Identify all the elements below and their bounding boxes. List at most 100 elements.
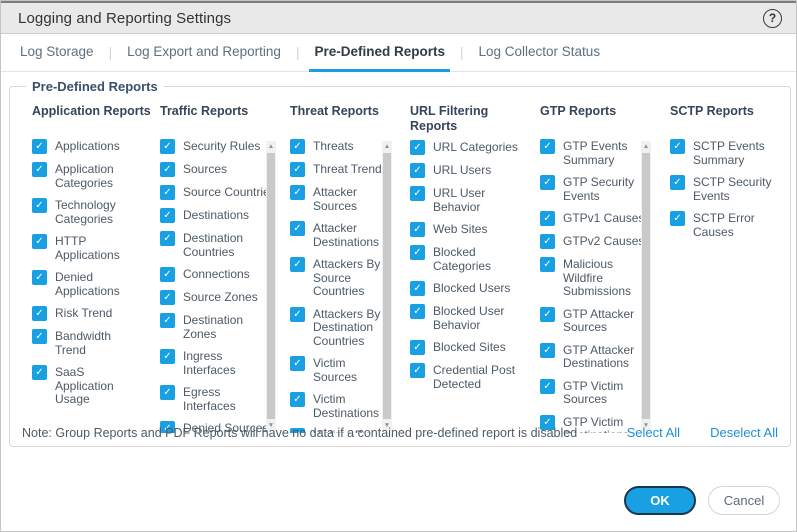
report-checkbox-row[interactable]: ✓Applications [32, 139, 160, 154]
report-checkbox-row[interactable]: ✓GTP Attacker Sources [540, 307, 651, 335]
scrollbar-up-arrow-icon[interactable]: ▲ [641, 141, 651, 152]
checkbox-checked-icon[interactable]: ✓ [32, 139, 47, 154]
checkbox-checked-icon[interactable]: ✓ [32, 162, 47, 177]
report-checkbox-row[interactable]: ✓Credential Post Detected [410, 363, 540, 391]
scrollbar-up-arrow-icon[interactable]: ▲ [266, 141, 276, 152]
report-checkbox-row[interactable]: ✓SaaS Application Usage [32, 365, 160, 407]
checkbox-checked-icon[interactable]: ✓ [32, 198, 47, 213]
tab-log-storage[interactable]: Log Storage [15, 34, 99, 72]
checkbox-checked-icon[interactable]: ✓ [290, 162, 305, 177]
report-checkbox-row[interactable]: ✓Victim Sources [290, 356, 392, 384]
checkbox-checked-icon[interactable]: ✓ [160, 231, 175, 246]
select-all-link[interactable]: Select All [627, 425, 680, 440]
checkbox-checked-icon[interactable]: ✓ [160, 208, 175, 223]
tab-log-collector-status[interactable]: Log Collector Status [474, 34, 606, 72]
report-checkbox-row[interactable]: ✓SCTP Security Events [670, 175, 780, 203]
report-checkbox-row[interactable]: ✓Destination Countries [160, 231, 276, 259]
checkbox-checked-icon[interactable]: ✓ [32, 329, 47, 344]
ok-button[interactable]: OK [624, 486, 696, 515]
report-checkbox-row[interactable]: ✓Denied Applications [32, 270, 160, 298]
vertical-scrollbar[interactable]: ▲▼ [382, 141, 392, 431]
report-checkbox-row[interactable]: ✓URL User Behavior [410, 186, 540, 214]
checkbox-checked-icon[interactable]: ✓ [540, 307, 555, 322]
report-checkbox-row[interactable]: ✓Destination Zones [160, 313, 276, 341]
checkbox-checked-icon[interactable]: ✓ [160, 290, 175, 305]
report-checkbox-row[interactable]: ✓Destinations [160, 208, 276, 223]
scrollbar-up-arrow-icon[interactable]: ▲ [382, 141, 392, 152]
help-icon[interactable]: ? [763, 9, 782, 28]
checkbox-checked-icon[interactable]: ✓ [290, 392, 305, 407]
report-checkbox-row[interactable]: ✓Source Countries [160, 185, 276, 200]
report-checkbox-row[interactable]: ✓Attackers By Source Countries [290, 257, 392, 299]
checkbox-checked-icon[interactable]: ✓ [540, 139, 555, 154]
checkbox-checked-icon[interactable]: ✓ [290, 139, 305, 154]
report-checkbox-row[interactable]: ✓GTP Events Summary [540, 139, 651, 167]
checkbox-checked-icon[interactable]: ✓ [410, 163, 425, 178]
report-checkbox-row[interactable]: ✓Source Zones [160, 290, 276, 305]
checkbox-checked-icon[interactable]: ✓ [32, 365, 47, 380]
checkbox-checked-icon[interactable]: ✓ [670, 175, 685, 190]
checkbox-checked-icon[interactable]: ✓ [410, 340, 425, 355]
checkbox-checked-icon[interactable]: ✓ [670, 211, 685, 226]
checkbox-checked-icon[interactable]: ✓ [290, 307, 305, 322]
report-checkbox-row[interactable]: ✓SCTP Events Summary [670, 139, 780, 167]
report-checkbox-row[interactable]: ✓Web Sites [410, 222, 540, 237]
tab-log-export-and-reporting[interactable]: Log Export and Reporting [122, 34, 286, 72]
checkbox-checked-icon[interactable]: ✓ [410, 363, 425, 378]
vertical-scrollbar[interactable]: ▲▼ [641, 141, 651, 431]
checkbox-checked-icon[interactable]: ✓ [290, 221, 305, 236]
checkbox-checked-icon[interactable]: ✓ [410, 222, 425, 237]
report-checkbox-row[interactable]: ✓Threats [290, 139, 392, 154]
checkbox-checked-icon[interactable]: ✓ [32, 234, 47, 249]
report-checkbox-row[interactable]: ✓Attacker Sources [290, 185, 392, 213]
checkbox-checked-icon[interactable]: ✓ [160, 349, 175, 364]
report-checkbox-row[interactable]: ✓Connections [160, 267, 276, 282]
checkbox-checked-icon[interactable]: ✓ [670, 139, 685, 154]
report-checkbox-row[interactable]: ✓URL Categories [410, 140, 540, 155]
checkbox-checked-icon[interactable]: ✓ [32, 306, 47, 321]
checkbox-checked-icon[interactable]: ✓ [160, 139, 175, 154]
checkbox-checked-icon[interactable]: ✓ [540, 175, 555, 190]
scrollbar-thumb[interactable] [383, 153, 391, 419]
report-checkbox-row[interactable]: ✓GTPv2 Causes [540, 234, 651, 249]
scrollbar-thumb[interactable] [642, 153, 650, 419]
report-checkbox-row[interactable]: ✓Egress Interfaces [160, 385, 276, 413]
report-checkbox-row[interactable]: ✓GTP Victim Sources [540, 379, 651, 407]
checkbox-checked-icon[interactable]: ✓ [290, 257, 305, 272]
report-checkbox-row[interactable]: ✓Blocked Users [410, 281, 540, 296]
deselect-all-link[interactable]: Deselect All [710, 425, 778, 440]
report-checkbox-row[interactable]: ✓Application Categories [32, 162, 160, 190]
report-checkbox-row[interactable]: ✓Attackers By Destination Countries [290, 307, 392, 349]
checkbox-checked-icon[interactable]: ✓ [160, 313, 175, 328]
checkbox-checked-icon[interactable]: ✓ [32, 270, 47, 285]
checkbox-checked-icon[interactable]: ✓ [410, 140, 425, 155]
checkbox-checked-icon[interactable]: ✓ [160, 162, 175, 177]
report-checkbox-row[interactable]: ✓Security Rules [160, 139, 276, 154]
checkbox-checked-icon[interactable]: ✓ [160, 185, 175, 200]
report-checkbox-row[interactable]: ✓Bandwidth Trend [32, 329, 160, 357]
report-checkbox-row[interactable]: ✓GTP Attacker Destinations [540, 343, 651, 371]
checkbox-checked-icon[interactable]: ✓ [410, 186, 425, 201]
report-checkbox-row[interactable]: ✓Technology Categories [32, 198, 160, 226]
report-checkbox-row[interactable]: ✓Blocked Categories [410, 245, 540, 273]
cancel-button[interactable]: Cancel [708, 486, 780, 515]
report-checkbox-row[interactable]: ✓URL Users [410, 163, 540, 178]
report-checkbox-row[interactable]: ✓Sources [160, 162, 276, 177]
report-checkbox-row[interactable]: ✓HTTP Applications [32, 234, 160, 262]
checkbox-checked-icon[interactable]: ✓ [410, 304, 425, 319]
checkbox-checked-icon[interactable]: ✓ [160, 267, 175, 282]
report-checkbox-row[interactable]: ✓Threat Trend [290, 162, 392, 177]
checkbox-checked-icon[interactable]: ✓ [540, 211, 555, 226]
report-checkbox-row[interactable]: ✓Risk Trend [32, 306, 160, 321]
report-checkbox-row[interactable]: ✓Blocked User Behavior [410, 304, 540, 332]
report-checkbox-row[interactable]: ✓Victim Destinations [290, 392, 392, 420]
checkbox-checked-icon[interactable]: ✓ [410, 245, 425, 260]
tab-pre-defined-reports[interactable]: Pre-Defined Reports [309, 34, 450, 72]
report-checkbox-row[interactable]: ✓GTP Security Events [540, 175, 651, 203]
report-checkbox-row[interactable]: ✓Ingress Interfaces [160, 349, 276, 377]
report-checkbox-row[interactable]: ✓SCTP Error Causes [670, 211, 780, 239]
checkbox-checked-icon[interactable]: ✓ [540, 257, 555, 272]
report-checkbox-row[interactable]: ✓Blocked Sites [410, 340, 540, 355]
checkbox-checked-icon[interactable]: ✓ [540, 379, 555, 394]
checkbox-checked-icon[interactable]: ✓ [540, 234, 555, 249]
